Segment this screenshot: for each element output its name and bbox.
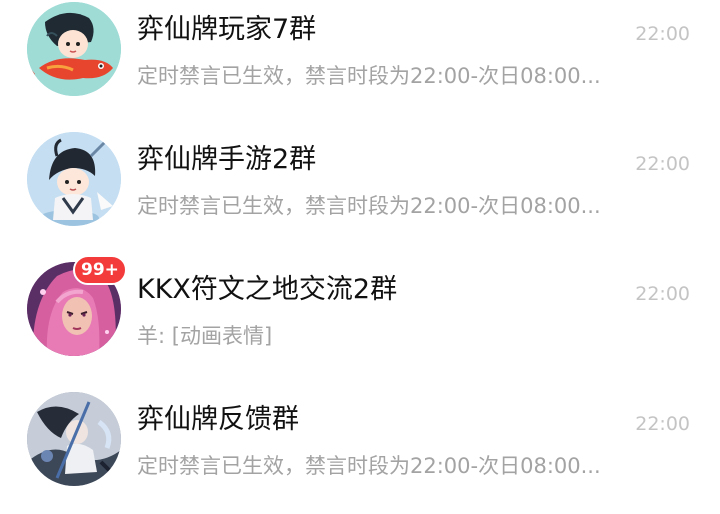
chat-list: 弈仙牌玩家7群 22:00 定时禁言已生效，禁言时段为22:00-次日08:00…: [0, 0, 720, 498]
anime-character-with-red-fish-icon: [27, 2, 121, 96]
anime-swordsman-chibi-icon: [27, 132, 121, 226]
chat-row-yixianpai-feedback[interactable]: 弈仙牌反馈群 22:00 定时禁言已生效，禁言时段为22:00-次日08:00.…: [0, 390, 720, 514]
group-avatar[interactable]: [27, 2, 121, 96]
chat-preview: 定时禁言已生效，禁言时段为22:00-次日08:00...: [137, 194, 601, 218]
chat-title: 弈仙牌玩家7群: [137, 14, 317, 45]
chat-row-yixianpai-player-7[interactable]: 弈仙牌玩家7群 22:00 定时禁言已生效，禁言时段为22:00-次日08:00…: [0, 0, 720, 124]
group-avatar[interactable]: [27, 392, 121, 486]
chat-title: 弈仙牌反馈群: [137, 404, 299, 435]
ink-style-warrior-icon: [27, 392, 121, 486]
chat-title: KKX符文之地交流2群: [137, 274, 398, 305]
chat-time: 22:00: [635, 283, 690, 305]
chat-preview: 羊: [动画表情]: [137, 324, 273, 348]
chat-preview: 定时禁言已生效，禁言时段为22:00-次日08:00...: [137, 64, 601, 88]
chat-row-kkx-runeterra-2[interactable]: 99+ KKX符文之地交流2群 22:00 羊: [动画表情]: [0, 255, 720, 384]
unread-count-badge: 99+: [73, 255, 127, 285]
chat-preview: 定时禁言已生效，禁言时段为22:00-次日08:00...: [137, 454, 601, 478]
chat-time: 22:00: [635, 23, 690, 45]
chat-time: 22:00: [635, 413, 690, 435]
chat-time: 22:00: [635, 153, 690, 175]
group-avatar[interactable]: [27, 132, 121, 226]
chat-title: 弈仙牌手游2群: [137, 144, 317, 175]
chat-row-yixianpai-mobile-2[interactable]: 弈仙牌手游2群 22:00 定时禁言已生效，禁言时段为22:00-次日08:00…: [0, 130, 720, 254]
